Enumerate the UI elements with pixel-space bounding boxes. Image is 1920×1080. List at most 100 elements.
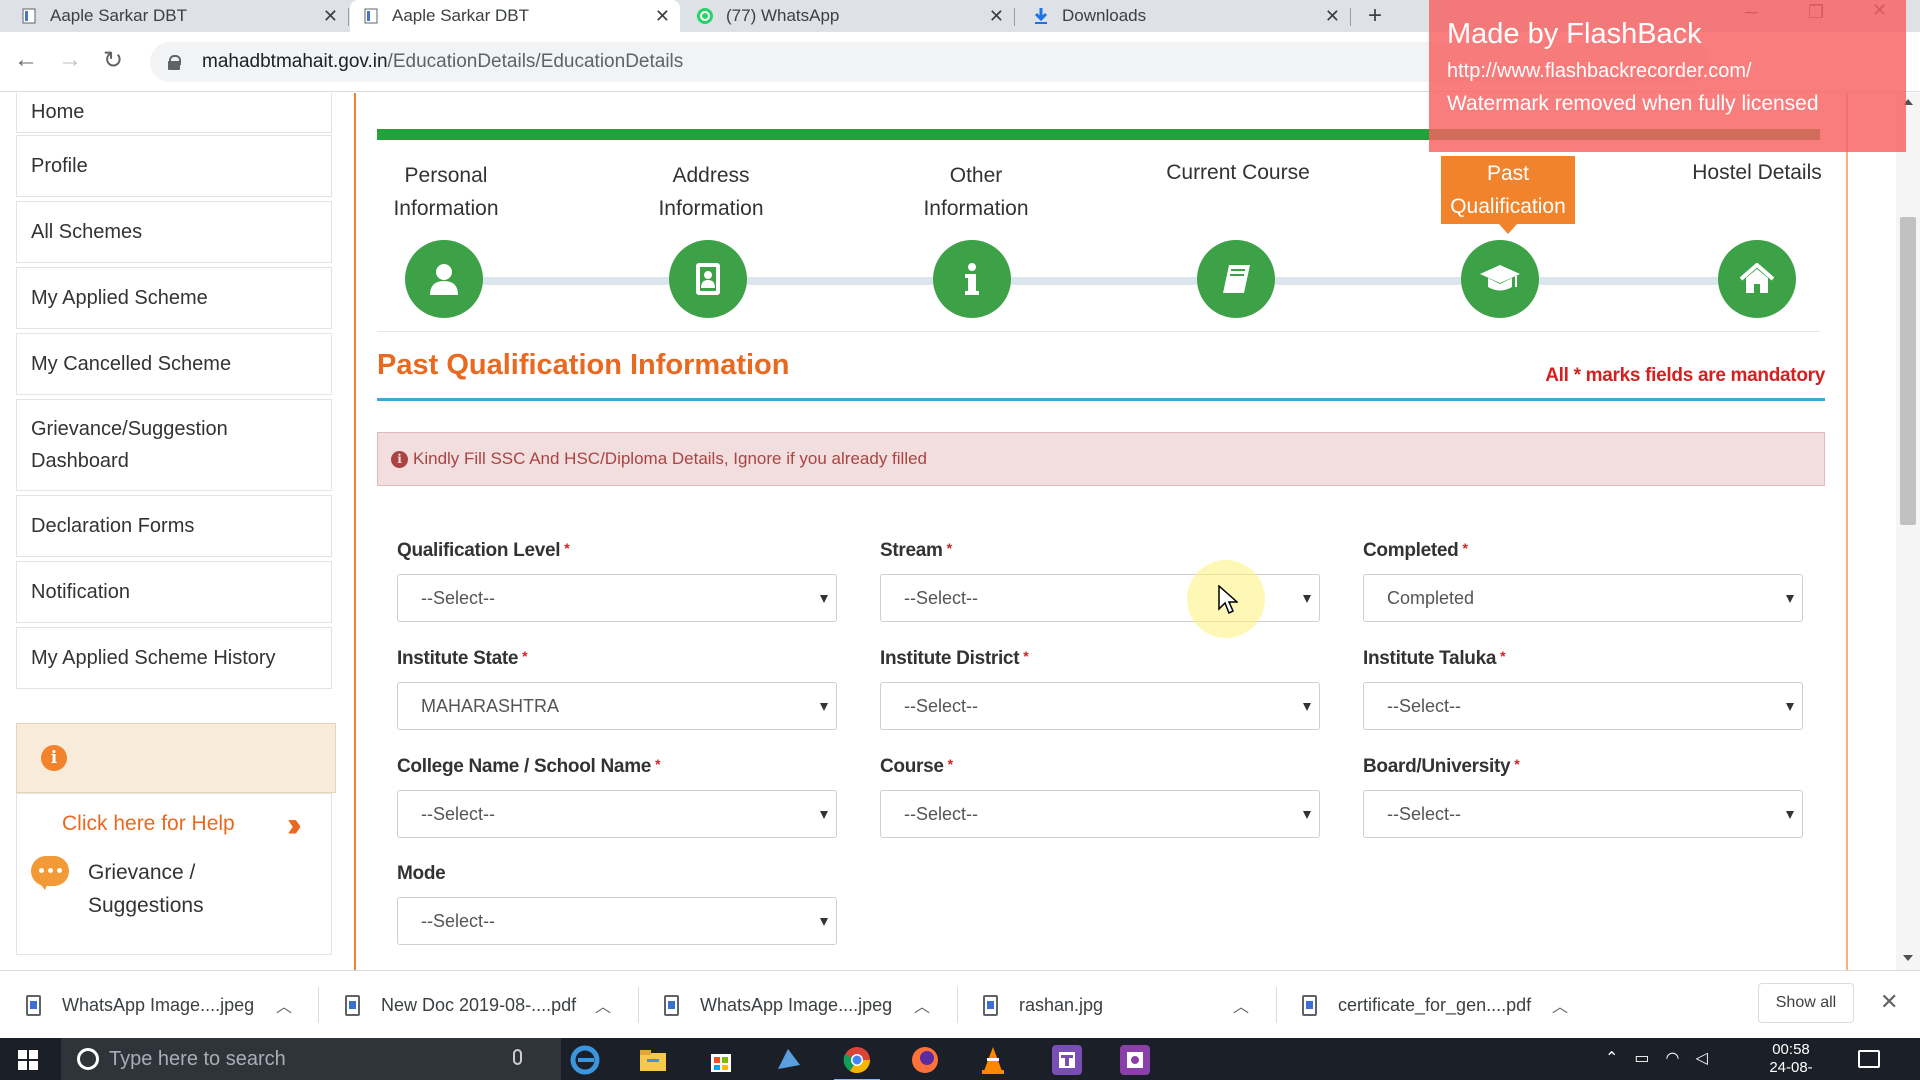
- chevron-up-icon[interactable]: ︿: [1233, 993, 1249, 1017]
- required-mark: *: [1514, 756, 1520, 772]
- sidebar-item-home[interactable]: Home: [16, 93, 332, 133]
- institute-state-select[interactable]: MAHARASHTRA: [397, 682, 837, 730]
- caret-down-icon: [1303, 595, 1311, 603]
- wifi-icon[interactable]: ◠: [1666, 1048, 1680, 1068]
- chrome-icon[interactable]: [834, 1045, 880, 1080]
- notification-icon[interactable]: [1858, 1050, 1880, 1068]
- firefox-icon[interactable]: [910, 1045, 940, 1075]
- scroll-thumb[interactable]: [1900, 217, 1916, 525]
- vlc-icon[interactable]: [978, 1045, 1008, 1075]
- select-value: --Select--: [421, 587, 496, 608]
- address-book-icon: [696, 263, 720, 295]
- page-scrollbar[interactable]: [1896, 93, 1920, 970]
- double-chevron-right-icon[interactable]: ››: [287, 806, 301, 845]
- new-tab-button[interactable]: +: [1368, 2, 1382, 30]
- step-hostel[interactable]: [1718, 240, 1796, 318]
- institute-taluka-select[interactable]: --Select--: [1363, 682, 1803, 730]
- watermark-overlay: Made by FlashBack http://www.flashbackre…: [1429, 0, 1906, 152]
- download-item[interactable]: rashan.jpg ︿: [983, 971, 1273, 1039]
- browser-tab[interactable]: (77) WhatsApp ✕: [684, 0, 1015, 32]
- back-icon[interactable]: ←: [14, 46, 38, 74]
- chevron-up-icon[interactable]: ︿: [595, 993, 611, 1017]
- sidebar-item-all-schemes[interactable]: All Schemes: [16, 201, 332, 263]
- microphone-icon[interactable]: [513, 1049, 522, 1065]
- forward-icon[interactable]: →: [58, 46, 82, 74]
- download-item[interactable]: New Doc 2019-08-....pdf ︿: [345, 971, 635, 1039]
- help-link[interactable]: Click here for Help: [62, 812, 235, 836]
- close-icon[interactable]: ✕: [323, 6, 338, 27]
- qualification-level-select[interactable]: --Select--: [397, 574, 837, 622]
- sidebar-item-applied-scheme-history[interactable]: My Applied Scheme History: [16, 627, 332, 689]
- clock[interactable]: 00:58 24-08-2019: [1756, 1041, 1826, 1080]
- download-item[interactable]: certificate_for_gen....pdf ︿: [1302, 971, 1592, 1039]
- sidebar-item-my-applied-scheme[interactable]: My Applied Scheme: [16, 267, 332, 329]
- download-item[interactable]: WhatsApp Image....jpeg ︿: [664, 971, 954, 1039]
- select-value: --Select--: [904, 587, 979, 608]
- browser-tab[interactable]: Aaple Sarkar DBT ✕: [8, 0, 349, 32]
- step-label-personal[interactable]: Personal Information: [366, 159, 526, 225]
- caret-down-icon: [820, 595, 828, 603]
- app-icon[interactable]: [1120, 1045, 1150, 1075]
- reload-icon[interactable]: ↻: [103, 46, 123, 75]
- browser-tab-active[interactable]: Aaple Sarkar DBT ✕: [350, 0, 680, 32]
- browser-tab[interactable]: Downloads ✕: [1020, 0, 1351, 32]
- step-current-course[interactable]: [1197, 240, 1275, 318]
- label-text: College Name / School Name: [397, 756, 652, 777]
- step-past-qualification[interactable]: [1461, 240, 1539, 318]
- taskbar: Type here to search ⌃ ▭ ◠ ◁ 00:58 24-08-…: [0, 1038, 1920, 1080]
- chevron-up-icon[interactable]: ︿: [914, 993, 930, 1017]
- close-icon[interactable]: ✕: [989, 6, 1004, 27]
- course-select[interactable]: --Select--: [880, 790, 1320, 838]
- volume-icon[interactable]: ◁: [1696, 1048, 1708, 1068]
- required-mark: *: [564, 540, 570, 556]
- step-personal[interactable]: [405, 240, 483, 318]
- tab-separator: [1350, 8, 1351, 26]
- step-label-hostel[interactable]: Hostel Details: [1677, 156, 1837, 189]
- windows-start-icon[interactable]: [18, 1050, 38, 1070]
- institute-district-select[interactable]: --Select--: [880, 682, 1320, 730]
- chevron-up-icon[interactable]: ⌃: [1605, 1048, 1618, 1068]
- required-mark: *: [522, 648, 528, 664]
- college-name-select[interactable]: --Select--: [397, 790, 837, 838]
- step-label-current-course[interactable]: Current Course: [1158, 156, 1318, 189]
- step-label-past-qualification[interactable]: Past Qualification: [1441, 156, 1575, 234]
- sidebar-item-label: Notification: [31, 580, 130, 603]
- close-icon[interactable]: ✕: [1325, 6, 1340, 27]
- mode-select[interactable]: --Select--: [397, 897, 837, 945]
- search-placeholder: Type here to search: [109, 1047, 286, 1070]
- show-all-button[interactable]: Show all: [1758, 983, 1854, 1023]
- file-explorer-icon[interactable]: [638, 1045, 668, 1075]
- app-icon[interactable]: [774, 1045, 804, 1075]
- edge-icon[interactable]: [570, 1045, 600, 1075]
- step-label-address[interactable]: Address Information: [631, 159, 791, 225]
- file-icon: [345, 994, 360, 1016]
- chevron-up-icon[interactable]: ︿: [276, 993, 292, 1017]
- step-label-other[interactable]: Other Information: [896, 159, 1056, 225]
- sidebar-item-notification[interactable]: Notification: [16, 561, 332, 623]
- store-icon[interactable]: [706, 1045, 736, 1075]
- close-icon[interactable]: ✕: [1880, 989, 1898, 1015]
- sidebar-item-declaration-forms[interactable]: Declaration Forms: [16, 495, 332, 557]
- battery-icon[interactable]: ▭: [1634, 1048, 1649, 1068]
- step-other[interactable]: [933, 240, 1011, 318]
- download-item[interactable]: WhatsApp Image....jpeg ︿: [26, 971, 316, 1039]
- completed-select[interactable]: Completed: [1363, 574, 1803, 622]
- board-university-select[interactable]: --Select--: [1363, 790, 1803, 838]
- sidebar-item-grievance-dashboard[interactable]: Grievance/Suggestion Dashboard: [16, 399, 332, 491]
- mandatory-note: All * marks fields are mandatory: [1545, 365, 1825, 386]
- taskbar-search[interactable]: Type here to search: [61, 1038, 561, 1080]
- sidebar-item-my-cancelled-scheme[interactable]: My Cancelled Scheme: [16, 333, 332, 395]
- info-icon: i: [391, 450, 408, 468]
- teams-icon[interactable]: [1052, 1045, 1082, 1075]
- grievance-link[interactable]: Grievance / Suggestions: [88, 856, 288, 922]
- scroll-down-icon[interactable]: [1903, 955, 1913, 961]
- separator: [318, 987, 319, 1023]
- step-address[interactable]: [669, 240, 747, 318]
- caret-down-icon: [820, 918, 828, 926]
- required-mark: *: [1462, 540, 1468, 556]
- sidebar-item-label: All Schemes: [31, 220, 143, 243]
- mouse-cursor-icon: [1218, 585, 1238, 615]
- sidebar-item-profile[interactable]: Profile: [16, 135, 332, 197]
- close-icon[interactable]: ✕: [655, 6, 670, 27]
- chevron-up-icon[interactable]: ︿: [1552, 993, 1568, 1017]
